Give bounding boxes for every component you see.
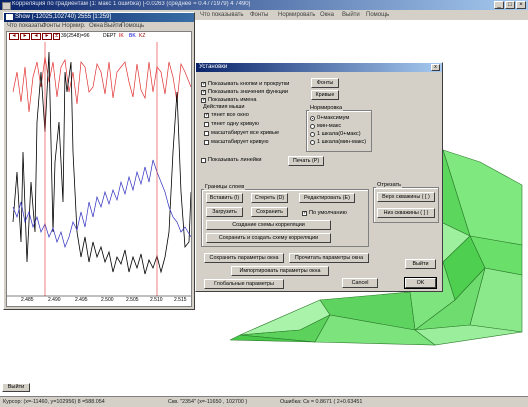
checkbox-box <box>204 139 209 145</box>
exit-button[interactable]: Выйти <box>405 259 436 269</box>
save-window-params-button[interactable]: Сохранить параметры окна <box>204 253 284 263</box>
x-tick-label: 2.490 <box>48 297 61 303</box>
x-tick-label: 2.505 <box>126 297 139 303</box>
show-menu-item[interactable]: Что показать <box>7 23 43 29</box>
edit-button[interactable]: Редактировать (E) <box>299 193 355 203</box>
well-top-button[interactable]: Верх скважины ( [ ) <box>377 192 435 202</box>
insert-button[interactable]: Вставить (I) <box>206 193 243 203</box>
radio-label: 0+максимум <box>317 115 350 121</box>
log-curves <box>7 42 191 297</box>
show-values-checkbox[interactable]: ✓ Показывать значения функции <box>201 89 288 95</box>
checkbox-label: тянет все окно <box>211 112 249 118</box>
layer-bounds-title: Границы слоев <box>204 184 246 190</box>
global-params-button[interactable]: Глобальные параметры <box>204 279 284 289</box>
mouse-group-title: Действия мыши <box>202 104 246 110</box>
show-menu-item[interactable]: Выйти <box>104 23 122 29</box>
checkbox-box <box>204 121 209 127</box>
normalization-radio[interactable]: мин-макс <box>310 123 341 129</box>
radio-dot <box>310 139 315 145</box>
checkbox-box: ✓ <box>201 88 207 95</box>
log-plot-area[interactable]: ◂ ▸ ◂ ▸ ± 39(2548)=96 DEPT IK BK KZ 2.48… <box>6 31 192 307</box>
checkbox-label: масштабирует кривую <box>211 139 269 145</box>
checkbox-box: ✓ <box>302 209 308 216</box>
radio-dot <box>310 115 315 121</box>
mouse-option-checkbox[interactable]: тянет одну кривую <box>204 121 259 127</box>
checkbox-box: ✓ <box>201 96 207 103</box>
ok-button[interactable]: OK <box>404 277 437 289</box>
radio-dot <box>310 123 315 129</box>
radio-label: 1 шкала(0+макс) <box>317 131 361 137</box>
checkbox-label: масштабирует все кривые <box>211 130 280 136</box>
read-window-params-button[interactable]: Прочитать параметры окна <box>289 253 369 263</box>
settings-dialog: Установки x ✓ Показывать кнопки и прокру… <box>195 62 443 292</box>
cut-group-title: Отрезать <box>376 182 403 188</box>
save-create-scheme-button[interactable]: Сохранить и создать схему корреляции <box>206 233 331 243</box>
show-window-icon <box>6 14 13 20</box>
import-window-params-button[interactable]: Импортировать параметры окна <box>231 266 329 276</box>
normalization-radio[interactable]: 1 шкала(мин-макс) <box>310 139 366 145</box>
radio-label: мин-макс <box>317 123 342 129</box>
dialog-title-bar: Установки x <box>196 63 442 72</box>
load-button[interactable]: Загрузить <box>206 207 243 217</box>
show-menu-item[interactable]: Нормир. <box>62 23 86 29</box>
checkbox-box <box>204 130 209 136</box>
mouse-option-checkbox[interactable]: ✓ тянет все окно <box>204 112 249 118</box>
show-names-checkbox[interactable]: ✓ Показывать имена <box>201 97 257 103</box>
x-tick-label: 2.515 <box>174 297 187 303</box>
print-button[interactable]: Печать (P) <box>288 156 324 166</box>
status-well: Скв. "2354" (x=-11650 , 102700 ) <box>168 399 248 405</box>
checkbox-label: По умолчанию <box>309 210 347 216</box>
show-buttons-checkbox[interactable]: ✓ Показывать кнопки и прокрутки <box>201 81 289 87</box>
show-rulers-checkbox[interactable]: Показывать линейки <box>201 157 262 163</box>
checkbox-box: ✓ <box>201 80 207 87</box>
checkbox-box <box>201 157 206 163</box>
normalization-radio[interactable]: 0+максимум <box>310 115 349 121</box>
normalization-radio[interactable]: 1 шкала(0+макс) <box>310 131 361 137</box>
show-menu-item[interactable]: Фонты <box>42 23 60 29</box>
mouse-option-checkbox[interactable]: масштабирует все кривые <box>204 130 279 136</box>
status-cursor: Курсор: (x=-11460, y=102956) 8 =588.054 <box>3 399 105 405</box>
taskbar-exit-button[interactable]: Выйти <box>2 383 30 392</box>
status-error: Ошибка: Ск = 0.8671 ( 2+0.63451 <box>280 399 363 405</box>
show-title-bar: Show (-12025,102740) 2555 [1:259] <box>4 13 194 22</box>
well-bottom-button[interactable]: Низ скважины ( ] ) <box>377 208 435 218</box>
cancel-button[interactable]: Cancel <box>342 278 378 288</box>
radio-label: 1 шкала(мин-макс) <box>317 139 367 145</box>
close-icon[interactable]: x <box>431 64 440 71</box>
show-menu-item[interactable]: Окна <box>89 23 103 29</box>
checkbox-label: Показывать имена <box>208 97 257 103</box>
checkbox-label: тянет одну кривую <box>211 121 259 127</box>
checkbox-label: Показывать кнопки и прокрутки <box>208 81 290 87</box>
x-tick-label: 2.485 <box>21 297 34 303</box>
normalization-group-title: Нормировка <box>309 105 344 111</box>
x-tick-label: 2.510 <box>150 297 163 303</box>
show-window-title: Show (-12025,102740) 2555 [1:259] <box>15 14 112 20</box>
dialog-title: Установки <box>199 64 228 70</box>
checkbox-label: Показывать линейки <box>208 157 262 163</box>
show-menu-bar: Что показать Фонты Нормир. Окна Выйти По… <box>4 22 194 31</box>
default-checkbox[interactable]: ✓ По умолчанию <box>302 210 347 216</box>
mouse-option-checkbox[interactable]: масштабирует кривую <box>204 139 269 145</box>
fonts-button[interactable]: Фонты <box>311 78 339 88</box>
save-button[interactable]: Сохранить <box>251 207 288 217</box>
status-bar: Курсор: (x=-11460, y=102956) 8 =588.054 … <box>0 396 528 407</box>
x-tick-label: 2.500 <box>101 297 114 303</box>
erase-button[interactable]: Стереть (D) <box>251 193 288 203</box>
show-window[interactable]: Show (-12025,102740) 2555 [1:259] Что по… <box>3 12 195 310</box>
radio-dot <box>310 131 315 137</box>
checkbox-label: Показывать значения функции <box>208 89 289 95</box>
checkbox-box: ✓ <box>204 111 210 118</box>
x-tick-label: 2.495 <box>75 297 88 303</box>
create-scheme-button[interactable]: Создание схемы корреляции <box>206 220 331 230</box>
curves-button[interactable]: Кривые <box>311 90 339 100</box>
show-menu-item[interactable]: Помощь <box>121 23 144 29</box>
